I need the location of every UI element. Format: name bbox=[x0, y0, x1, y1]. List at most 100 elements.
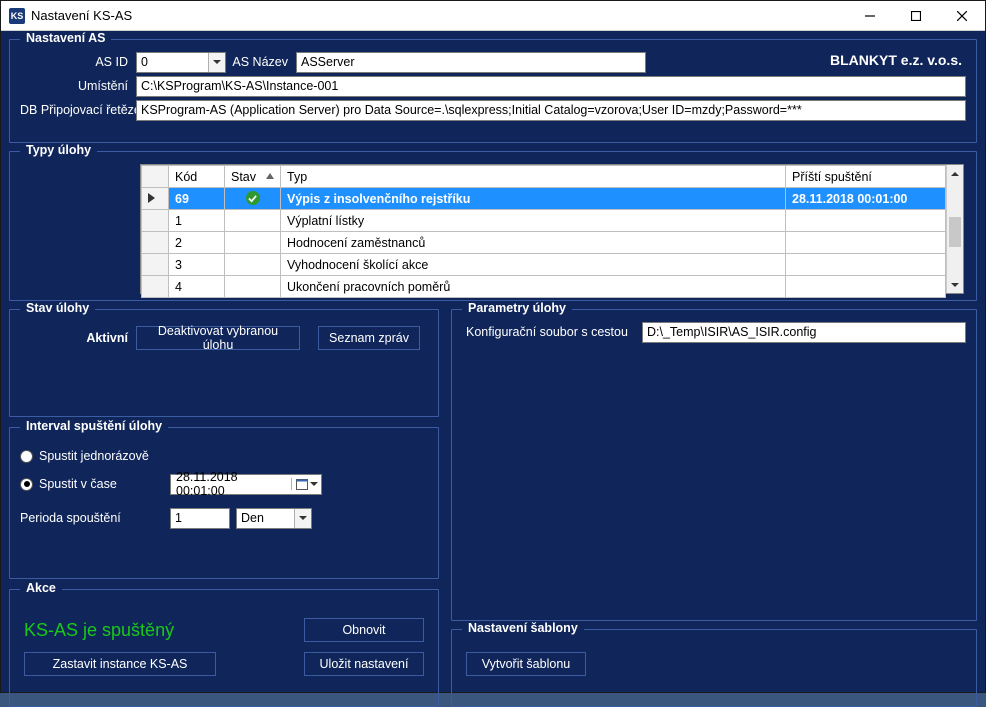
radio-once-label: Spustit jednorázově bbox=[39, 449, 149, 463]
deactivate-button[interactable]: Deaktivovat vybranou úlohu bbox=[136, 326, 300, 350]
row-header bbox=[142, 210, 169, 232]
cell-next bbox=[786, 232, 946, 254]
chevron-down-icon bbox=[294, 509, 311, 528]
col-header-kod[interactable]: Kód bbox=[169, 166, 225, 188]
grid-scrollbar[interactable] bbox=[946, 165, 963, 293]
label-location: Umístění bbox=[20, 79, 136, 93]
col-header-stav[interactable]: Stav bbox=[225, 166, 281, 188]
table-row[interactable]: 1 Výplatní lístky bbox=[142, 210, 946, 232]
table-row[interactable]: 2 Hodnocení zaměstnanců bbox=[142, 232, 946, 254]
cell-typ: Vyhodnocení školící akce bbox=[281, 254, 786, 276]
cell-kod: 3 bbox=[169, 254, 225, 276]
table-row[interactable]: 4 Ukončení pracovních poměrů bbox=[142, 276, 946, 298]
save-settings-button[interactable]: Uložit nastavení bbox=[304, 652, 424, 676]
window: KS Nastavení KS-AS Nastavení AS AS ID 0 bbox=[0, 0, 986, 693]
input-as-name[interactable] bbox=[296, 52, 646, 73]
create-template-button[interactable]: Vytvořit šablonu bbox=[466, 652, 586, 676]
input-db[interactable] bbox=[136, 100, 966, 121]
cell-stav bbox=[225, 188, 281, 210]
cell-next: 28.11.2018 00:01:00 bbox=[786, 188, 946, 210]
combo-as-id-value: 0 bbox=[137, 55, 208, 69]
cell-kod: 1 bbox=[169, 210, 225, 232]
row-db: DB Připojovací řetězec bbox=[20, 100, 966, 120]
row-header bbox=[142, 232, 169, 254]
cell-typ: Výpis z insolvenčního rejstříku bbox=[281, 188, 786, 210]
label-as-name: AS Název bbox=[226, 55, 296, 69]
cell-stav bbox=[225, 210, 281, 232]
combo-as-id[interactable]: 0 bbox=[136, 52, 226, 73]
company-label: BLANKYT e.z. v.o.s. bbox=[830, 52, 962, 68]
cell-kod: 69 bbox=[169, 188, 225, 210]
app-icon: KS bbox=[9, 8, 25, 24]
scroll-thumb[interactable] bbox=[949, 217, 961, 247]
cell-next bbox=[786, 210, 946, 232]
combo-period-unit-value: Den bbox=[237, 511, 294, 525]
scroll-up-icon[interactable] bbox=[947, 165, 963, 182]
scroll-down-icon[interactable] bbox=[947, 276, 963, 293]
messages-button[interactable]: Seznam zpráv bbox=[318, 326, 420, 350]
stop-instance-button[interactable]: Zastavit instance KS-AS bbox=[24, 652, 216, 676]
cell-stav bbox=[225, 276, 281, 298]
row-header bbox=[142, 276, 169, 298]
titlebar: KS Nastavení KS-AS bbox=[1, 1, 985, 31]
cell-typ: Ukončení pracovních poměrů bbox=[281, 276, 786, 298]
group-actions: Akce KS-AS je spuštěný Obnovit Zastavit … bbox=[9, 589, 439, 707]
row-location: Umístění bbox=[20, 76, 966, 96]
sort-asc-icon bbox=[266, 173, 274, 179]
group-title-as: Nastavení AS bbox=[20, 31, 111, 45]
cell-kod: 4 bbox=[169, 276, 225, 298]
cell-next bbox=[786, 276, 946, 298]
col-header-typ[interactable]: Typ bbox=[281, 166, 786, 188]
label-config-file: Konfigurační soubor s cestou bbox=[462, 325, 642, 339]
group-title-types: Typy úlohy bbox=[20, 143, 97, 157]
minimize-button[interactable] bbox=[847, 1, 893, 31]
group-title-status: Stav úlohy bbox=[20, 301, 95, 315]
datetime-picker[interactable]: 28.11.2018 00:01:00 bbox=[170, 474, 322, 495]
row-indicator-icon bbox=[148, 193, 155, 203]
grid-corner bbox=[142, 166, 169, 188]
combo-period-unit[interactable]: Den bbox=[236, 508, 312, 529]
group-title-params: Parametry úlohy bbox=[462, 301, 572, 315]
table-row[interactable]: 3 Vyhodnocení školící akce bbox=[142, 254, 946, 276]
calendar-icon bbox=[296, 478, 308, 490]
label-as-id: AS ID bbox=[20, 55, 136, 69]
group-title-template: Nastavení šablony bbox=[462, 621, 584, 635]
row-header bbox=[142, 188, 169, 210]
close-button[interactable] bbox=[939, 1, 985, 31]
input-location[interactable] bbox=[136, 76, 966, 97]
group-interval: Interval spuštění úlohy Spustit jednoráz… bbox=[9, 427, 439, 579]
cell-stav bbox=[225, 232, 281, 254]
table-row[interactable]: 69 Výpis z insolvenčního rejstříku28.11.2… bbox=[142, 188, 946, 210]
radio-once[interactable]: Spustit jednorázově bbox=[20, 449, 149, 463]
radio-icon bbox=[20, 450, 33, 463]
group-template: Nastavení šablony Vytvořit šablonu bbox=[451, 629, 977, 707]
grid-tasks[interactable]: Kód Stav Typ Příští spuštění 69 Výpis z i… bbox=[140, 164, 964, 294]
cell-typ: Hodnocení zaměstnanců bbox=[281, 232, 786, 254]
row-header bbox=[142, 254, 169, 276]
refresh-button[interactable]: Obnovit bbox=[304, 618, 424, 642]
radio-icon bbox=[20, 478, 33, 491]
status-ok-icon bbox=[246, 191, 260, 205]
window-title: Nastavení KS-AS bbox=[31, 8, 132, 23]
group-task-status: Stav úlohy Aktivní Deaktivovat vybranou … bbox=[9, 309, 439, 417]
running-status: KS-AS je spuštěný bbox=[24, 620, 174, 641]
group-as-settings: Nastavení AS AS ID 0 AS Název BLANKYT e.… bbox=[9, 39, 977, 143]
cell-typ: Výplatní lístky bbox=[281, 210, 786, 232]
label-active: Aktivní bbox=[20, 331, 136, 345]
input-period-value[interactable] bbox=[170, 508, 230, 529]
row-as-id: AS ID 0 AS Název bbox=[20, 52, 966, 72]
radio-at-time[interactable]: Spustit v čase bbox=[20, 477, 170, 491]
cell-stav bbox=[225, 254, 281, 276]
chevron-down-icon bbox=[208, 53, 225, 72]
input-config-file[interactable] bbox=[642, 322, 966, 343]
datetime-value: 28.11.2018 00:01:00 bbox=[171, 470, 291, 498]
col-header-next[interactable]: Příští spuštění bbox=[786, 166, 946, 188]
group-title-interval: Interval spuštění úlohy bbox=[20, 419, 168, 433]
radio-at-time-label: Spustit v čase bbox=[39, 477, 117, 491]
label-db: DB Připojovací řetězec bbox=[20, 103, 136, 117]
maximize-button[interactable] bbox=[893, 1, 939, 31]
label-period: Perioda spouštění bbox=[20, 511, 170, 525]
cell-kod: 2 bbox=[169, 232, 225, 254]
group-title-actions: Akce bbox=[20, 581, 62, 595]
cell-next bbox=[786, 254, 946, 276]
